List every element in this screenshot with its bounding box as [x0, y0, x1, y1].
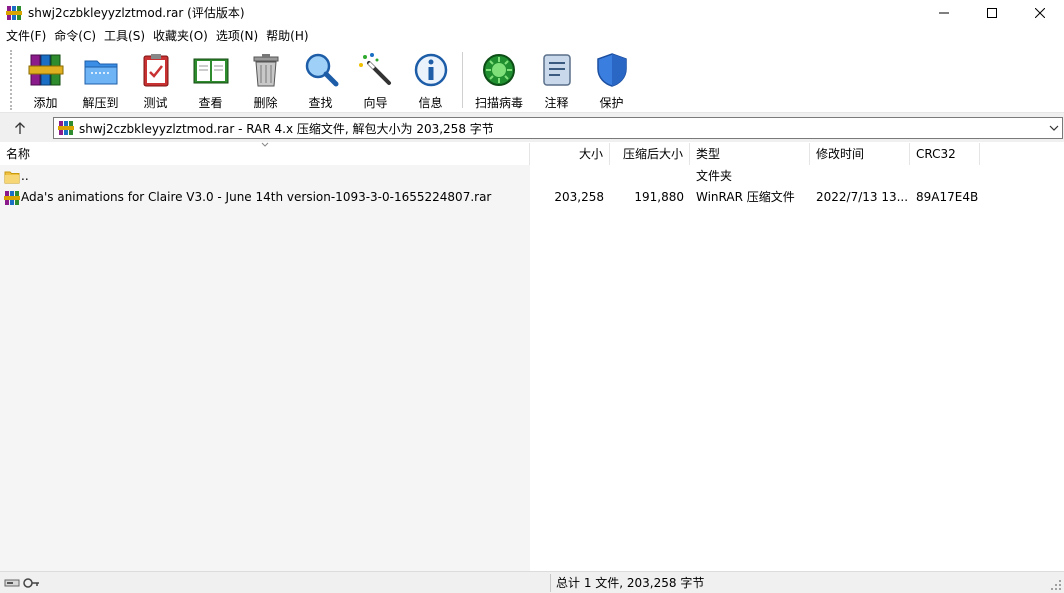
file-type: WinRAR 压缩文件: [696, 190, 795, 204]
info-icon: [414, 53, 447, 87]
file-name: Ada's animations for Claire V3.0 - June …: [21, 190, 492, 204]
file-type: 文件夹: [696, 169, 733, 183]
comment-note-icon: [542, 54, 571, 86]
menu-options[interactable]: 选项(N): [212, 25, 262, 47]
file-packed-size: [610, 166, 690, 187]
file-crc: [910, 166, 980, 187]
rar-archive-icon: [58, 121, 74, 135]
column-header: 名称 大小 压缩后大小 类型 修改时间 CRC32: [0, 143, 1064, 165]
up-arrow-icon: [15, 122, 25, 134]
menu-favorites[interactable]: 收藏夹(O): [149, 25, 212, 47]
menu-file[interactable]: 文件(F): [2, 25, 50, 47]
drive-key-icon[interactable]: [4, 576, 40, 590]
toolbar-grip[interactable]: [10, 50, 16, 110]
clipboard-check-icon: [143, 54, 168, 87]
file-packed-size: 191,880: [634, 190, 684, 204]
virus-scan-label: 扫描病毒: [474, 96, 523, 110]
title-bar: shwj2czbkleyyzlztmod.rar (评估版本): [0, 0, 1064, 25]
file-size: [530, 166, 610, 187]
comment-button[interactable]: 注释: [529, 47, 584, 113]
find-button[interactable]: 查找: [293, 47, 348, 113]
column-packed[interactable]: 压缩后大小: [610, 143, 690, 165]
find-label: 查找: [308, 96, 333, 110]
window-title: shwj2czbkleyyzlztmod.rar (评估版本): [28, 6, 245, 20]
status-bar: 总计 1 文件, 203,258 字节: [0, 571, 1064, 593]
file-crc: 89A17E4B: [916, 190, 979, 204]
address-row: shwj2czbkleyyzlztmod.rar - RAR 4.x 压缩文件,…: [0, 113, 1064, 142]
list-item[interactable]: .. 文件夹: [0, 166, 1064, 187]
menu-tools[interactable]: 工具(S): [100, 25, 149, 47]
add-button[interactable]: 添加: [18, 47, 73, 113]
protect-button[interactable]: 保护: [584, 47, 639, 113]
column-size[interactable]: 大小: [530, 143, 610, 165]
file-modified: [810, 166, 910, 187]
test-button[interactable]: 测试: [128, 47, 183, 113]
rar-archive-icon: [4, 190, 20, 205]
close-button[interactable]: [1016, 0, 1064, 25]
toolbar: 添加 解压到 测试 查看 删除 查找 向导 信息 扫描病毒 注释 保护: [0, 47, 1064, 113]
add-label: 添加: [33, 96, 58, 110]
protect-label: 保护: [599, 96, 624, 110]
maximize-button[interactable]: [968, 0, 1016, 25]
column-type[interactable]: 类型: [690, 143, 810, 165]
open-book-icon: [193, 58, 228, 84]
add-books-icon: [28, 54, 63, 86]
address-bar[interactable]: shwj2czbkleyyzlztmod.rar - RAR 4.x 压缩文件,…: [53, 117, 1063, 139]
extract-folder-icon: [84, 60, 117, 85]
virus-icon: [483, 54, 515, 86]
info-button[interactable]: 信息: [403, 47, 458, 113]
sort-indicator-icon: [261, 142, 269, 147]
magic-wand-icon: [358, 53, 391, 85]
view-label: 查看: [198, 96, 223, 110]
file-name: ..: [21, 169, 29, 183]
status-text: 总计 1 文件, 203,258 字节: [556, 576, 705, 590]
address-dropdown-button[interactable]: [1046, 125, 1062, 131]
minimize-button[interactable]: [920, 0, 968, 25]
wizard-label: 向导: [363, 96, 388, 110]
trash-can-icon: [253, 54, 278, 87]
file-list: 名称 大小 压缩后大小 类型 修改时间 CRC32 .. 文件夹 Ada's a…: [0, 142, 1064, 571]
magnifier-icon: [305, 53, 338, 87]
folder-icon: [4, 171, 20, 183]
info-label: 信息: [418, 96, 443, 110]
toolbar-separator: [462, 52, 463, 108]
wizard-button[interactable]: 向导: [348, 47, 403, 113]
menu-commands[interactable]: 命令(C): [50, 25, 100, 47]
comment-label: 注释: [544, 96, 569, 110]
address-text: shwj2czbkleyyzlztmod.rar - RAR 4.x 压缩文件,…: [79, 121, 494, 136]
extract-to-label: 解压到: [82, 96, 119, 110]
file-modified: 2022/7/13 13...: [816, 190, 909, 204]
list-item[interactable]: Ada's animations for Claire V3.0 - June …: [0, 187, 1064, 208]
file-size: 203,258: [554, 190, 604, 204]
delete-button[interactable]: 删除: [238, 47, 293, 113]
extract-to-button[interactable]: 解压到: [73, 47, 128, 113]
resize-grip-icon[interactable]: [1050, 579, 1062, 591]
column-crc[interactable]: CRC32: [910, 143, 980, 165]
menu-bar: 文件(F) 命令(C) 工具(S) 收藏夹(O) 选项(N) 帮助(H): [0, 25, 1064, 47]
winrar-app-icon: [6, 5, 22, 21]
chevron-down-icon: [1049, 125, 1059, 131]
status-divider: [550, 574, 551, 592]
test-label: 测试: [143, 96, 168, 110]
shield-icon: [596, 53, 627, 87]
virus-scan-button[interactable]: 扫描病毒: [469, 47, 529, 113]
up-folder-button[interactable]: [8, 117, 32, 139]
view-button[interactable]: 查看: [183, 47, 238, 113]
delete-label: 删除: [253, 96, 278, 110]
menu-help[interactable]: 帮助(H): [262, 25, 312, 47]
column-modified[interactable]: 修改时间: [810, 143, 910, 165]
